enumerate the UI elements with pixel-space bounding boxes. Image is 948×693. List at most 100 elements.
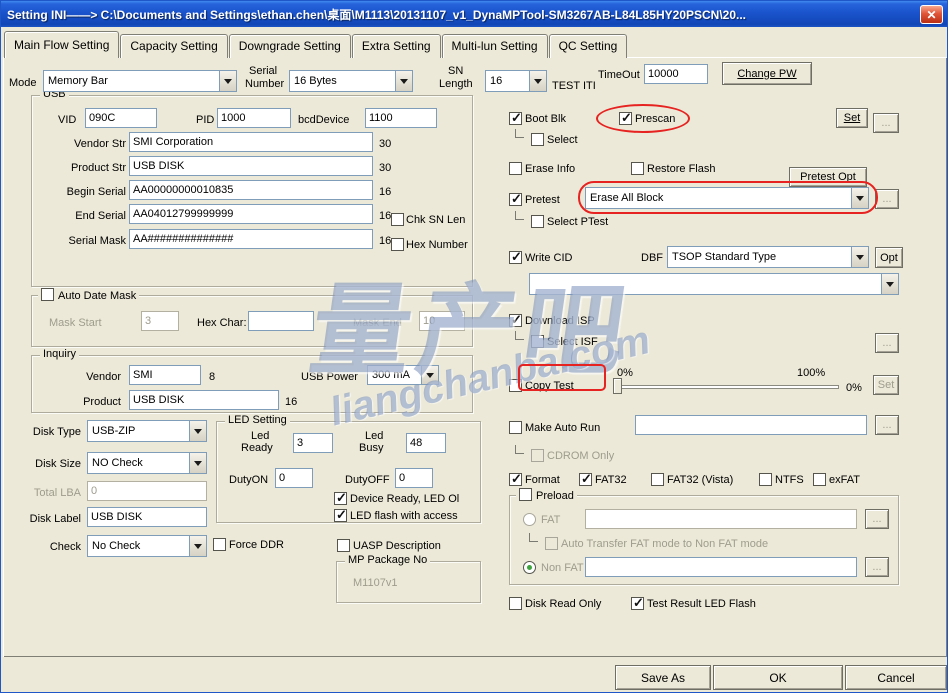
- serial-number-select[interactable]: 16 Bytes: [289, 70, 413, 92]
- led-ready-input[interactable]: 3: [293, 433, 333, 453]
- disk-type-select[interactable]: USB-ZIP: [87, 420, 207, 442]
- make-auto-run-input[interactable]: [635, 415, 867, 435]
- preload-caption: Preload: [516, 488, 577, 502]
- hex-char-input[interactable]: [248, 311, 314, 331]
- uasp-checkbox[interactable]: [337, 539, 350, 552]
- copy-test-slider-track[interactable]: [615, 385, 839, 389]
- mode-select[interactable]: Memory Bar: [43, 70, 237, 92]
- chevron-down-icon[interactable]: [529, 71, 546, 91]
- begin-serial-input[interactable]: AA00000000010835: [129, 180, 373, 200]
- pretest-select[interactable]: Erase All Block: [585, 187, 869, 209]
- fat32-checkbox[interactable]: [579, 471, 592, 487]
- cancel-button[interactable]: Cancel: [845, 665, 947, 690]
- pid-label: PID: [196, 114, 215, 126]
- exfat-label: exFAT: [829, 474, 860, 486]
- erase-info-label: Erase Info: [525, 163, 576, 175]
- format-checkbox[interactable]: [509, 471, 522, 487]
- usb-power-select[interactable]: 300 mA: [367, 365, 439, 385]
- serial-mask-input[interactable]: AA##############: [129, 229, 373, 249]
- timeout-input[interactable]: 10000: [644, 64, 708, 84]
- sn-length-value: 16: [490, 75, 503, 87]
- duty-on-label: DutyON: [229, 474, 269, 486]
- tab-multi-lun-setting[interactable]: Multi-lun Setting: [441, 34, 548, 58]
- force-ddr-checkbox[interactable]: [213, 538, 226, 551]
- isp-browse-button: ...: [875, 333, 899, 353]
- led-busy-input[interactable]: 48: [406, 433, 446, 453]
- pretest-opt-button[interactable]: Pretest Opt: [789, 167, 867, 187]
- fat32-vista-checkbox[interactable]: [651, 473, 664, 486]
- boot-select-checkbox[interactable]: [531, 133, 544, 146]
- dbf-select[interactable]: TSOP Standard Type: [667, 246, 869, 268]
- check-label: Check: [49, 541, 81, 553]
- tab-capacity-setting[interactable]: Capacity Setting: [120, 34, 228, 58]
- tab-extra-setting[interactable]: Extra Setting: [351, 34, 441, 58]
- ok-button[interactable]: OK: [713, 665, 843, 690]
- duty-off-label: DutyOFF: [345, 474, 390, 486]
- chk-sn-len-checkbox[interactable]: [391, 213, 404, 226]
- download-isp-checkbox[interactable]: [509, 312, 522, 328]
- check-select[interactable]: No Check: [87, 535, 207, 557]
- chevron-down-icon[interactable]: [881, 274, 898, 294]
- inquiry-vendor-label: Vendor: [86, 371, 121, 383]
- auto-date-mask-checkbox[interactable]: [41, 288, 54, 301]
- end-serial-input[interactable]: AA04012799999999: [129, 204, 373, 224]
- write-cid-checkbox[interactable]: [509, 249, 522, 265]
- non-fat-path-input[interactable]: [585, 557, 857, 577]
- vid-input[interactable]: 090C: [85, 108, 157, 128]
- test-result-led-checkbox[interactable]: [631, 595, 644, 611]
- disk-read-only-checkbox[interactable]: [509, 597, 522, 610]
- vendor-str-input[interactable]: SMI Corporation: [129, 132, 373, 152]
- disk-size-select[interactable]: NO Check: [87, 452, 207, 474]
- duty-on-input[interactable]: 0: [275, 468, 313, 488]
- boot-blk-checkbox[interactable]: [509, 110, 522, 126]
- auto-transfer-label: Auto Transfer FAT mode to Non FAT mode: [561, 538, 769, 550]
- chevron-down-icon[interactable]: [851, 247, 868, 267]
- chevron-down-icon[interactable]: [189, 453, 206, 473]
- dbf-opt-button[interactable]: Opt: [875, 247, 903, 268]
- prescan-checkbox[interactable]: [619, 110, 632, 126]
- make-auto-run-checkbox[interactable]: [509, 421, 522, 434]
- serial-mask-len: 16: [379, 235, 392, 247]
- chevron-down-icon[interactable]: [189, 536, 206, 556]
- bcddevice-input[interactable]: 1100: [365, 108, 437, 128]
- copy-test-checkbox[interactable]: [509, 379, 522, 392]
- preload-checkbox[interactable]: [519, 488, 532, 501]
- select-isf-checkbox[interactable]: [531, 335, 544, 348]
- led-flash-access-checkbox[interactable]: [334, 507, 347, 523]
- chk-sn-len-label: Chk SN Len: [406, 214, 466, 226]
- close-button[interactable]: ✕: [920, 5, 943, 24]
- product-str-input[interactable]: USB DISK: [129, 156, 373, 176]
- download-isp-label: Download ISP: [525, 315, 595, 327]
- chevron-down-icon[interactable]: [189, 421, 206, 441]
- chevron-down-icon[interactable]: [219, 71, 236, 91]
- hex-number-checkbox[interactable]: [391, 238, 404, 251]
- pretest-checkbox[interactable]: [509, 191, 522, 207]
- check-value: No Check: [92, 540, 141, 552]
- test-iti-label: TEST ITI: [552, 80, 596, 92]
- save-as-button[interactable]: Save As: [615, 665, 711, 690]
- exfat-checkbox[interactable]: [813, 473, 826, 486]
- non-fat-radio[interactable]: [523, 561, 536, 574]
- chevron-down-icon[interactable]: [395, 71, 412, 91]
- pid-input[interactable]: 1000: [217, 108, 291, 128]
- inquiry-vendor-input[interactable]: SMI: [129, 365, 201, 385]
- device-ready-led-checkbox[interactable]: [334, 490, 347, 506]
- chevron-down-icon[interactable]: [851, 188, 868, 208]
- dbf-secondary-select[interactable]: [529, 273, 899, 295]
- tab-main-flow-setting[interactable]: Main Flow Setting: [4, 31, 120, 58]
- tab-downgrade-setting[interactable]: Downgrade Setting: [228, 34, 351, 58]
- duty-off-input[interactable]: 0: [395, 468, 433, 488]
- sn-length-select[interactable]: 16: [485, 70, 547, 92]
- copy-test-slider-thumb[interactable]: [613, 378, 622, 394]
- erase-info-checkbox[interactable]: [509, 162, 522, 175]
- boot-set-button[interactable]: Set: [836, 108, 868, 128]
- restore-flash-checkbox[interactable]: [631, 162, 644, 175]
- change-pw-button[interactable]: Change PW: [722, 62, 812, 85]
- ntfs-checkbox[interactable]: [759, 473, 772, 486]
- tab-qc-setting[interactable]: QC Setting: [548, 34, 628, 58]
- make-auto-run-label: Make Auto Run: [525, 422, 601, 434]
- select-ptest-checkbox[interactable]: [531, 215, 544, 228]
- chevron-down-icon[interactable]: [421, 366, 438, 384]
- disk-label-input[interactable]: USB DISK: [87, 507, 207, 527]
- inquiry-product-input[interactable]: USB DISK: [129, 390, 279, 410]
